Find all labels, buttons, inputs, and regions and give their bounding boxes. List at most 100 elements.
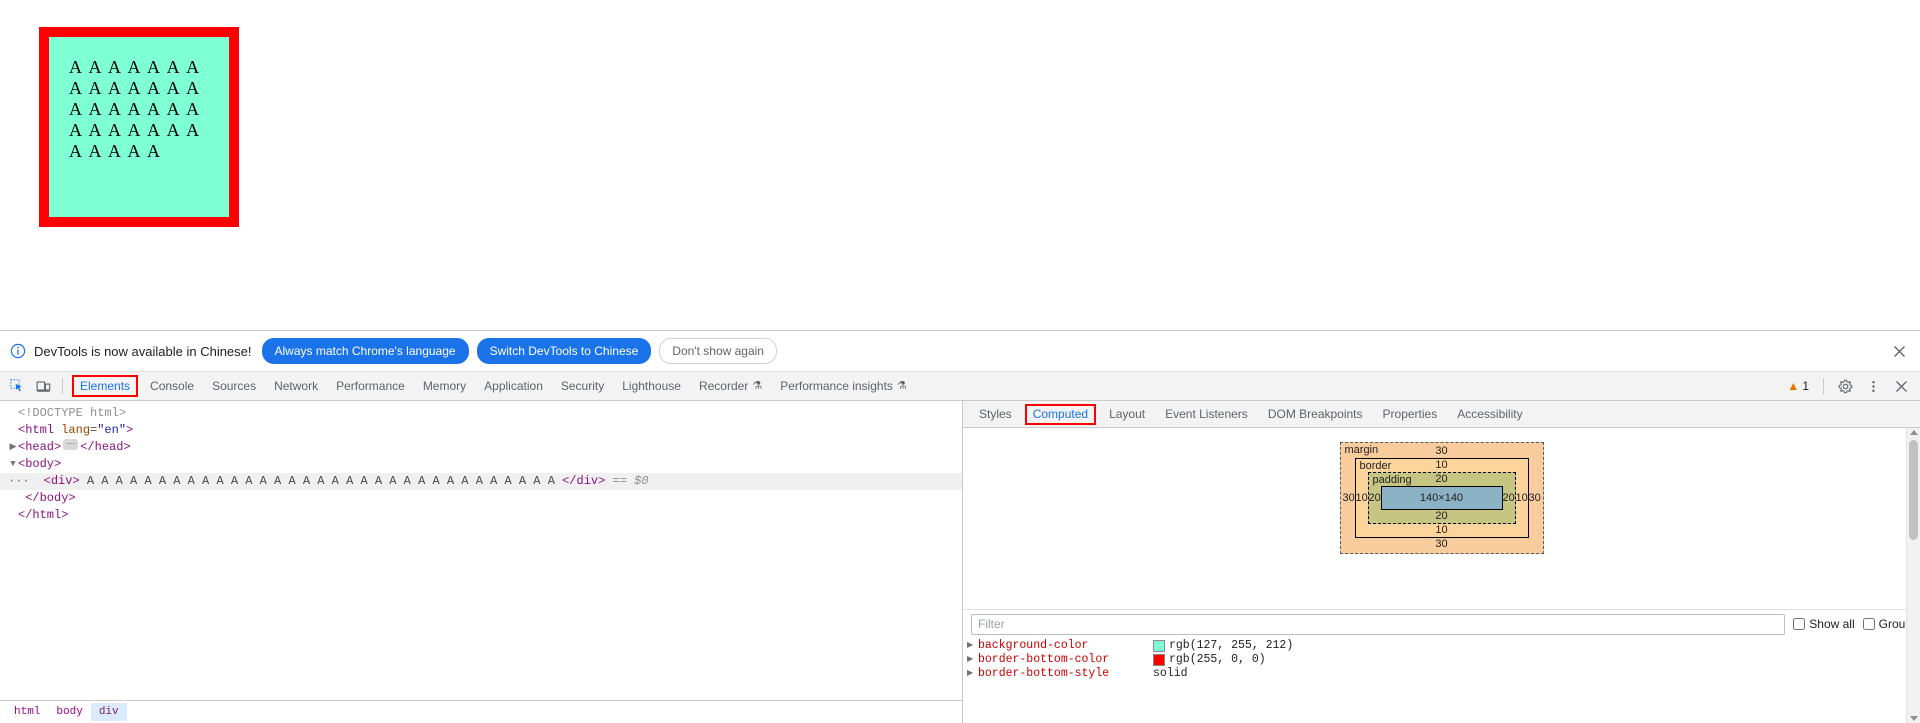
breadcrumb-item-body[interactable]: body [48, 703, 90, 721]
box-model-margin[interactable]: margin 30 30 border 10 [1340, 442, 1544, 554]
tab-sources[interactable]: Sources [203, 372, 265, 400]
tab-dom-breakpoints[interactable]: DOM Breakpoints [1258, 401, 1373, 427]
tag-name: head [25, 439, 54, 456]
tag-closing: </html> [18, 507, 68, 524]
tab-performance[interactable]: Performance [327, 372, 414, 400]
scrollbar-down-arrow-icon[interactable] [1910, 716, 1918, 721]
tab-styles[interactable]: Styles [969, 401, 1022, 427]
tab-layout[interactable]: Layout [1099, 401, 1155, 427]
breadcrumb-item-div[interactable]: div [91, 703, 127, 721]
box-model-padding-right[interactable]: 20 [1503, 492, 1515, 504]
toolbar-divider [1823, 378, 1824, 394]
tab-memory[interactable]: Memory [414, 372, 475, 400]
expand-triangle-icon[interactable]: ▶ [967, 653, 978, 667]
dont-show-again-button[interactable]: Don't show again [659, 338, 777, 364]
tab-console[interactable]: Console [141, 372, 203, 400]
dom-line[interactable]: <html lang="en"> [0, 422, 962, 439]
group-checkbox-input[interactable] [1863, 618, 1875, 630]
dom-line[interactable]: <!DOCTYPE html> [0, 405, 962, 422]
tab-event-listeners[interactable]: Event Listeners [1155, 401, 1258, 427]
box-model-border-label: border [1360, 460, 1392, 472]
tab-layout-label: Layout [1109, 407, 1145, 421]
box-model-padding[interactable]: padding 20 20 140×140 20 [1368, 472, 1516, 524]
twisty-collapsed-icon[interactable]: ▶ [8, 439, 18, 456]
property-row[interactable]: ▶ border-bottom-style solid [963, 667, 1920, 681]
box-model-padding-label: padding [1373, 474, 1412, 486]
box-model-content-size[interactable]: 140×140 [1381, 486, 1503, 510]
tab-memory-label: Memory [423, 372, 466, 400]
box-model-border-right[interactable]: 10 [1516, 492, 1528, 504]
indent [18, 490, 25, 507]
tab-lighthouse[interactable]: Lighthouse [613, 372, 690, 400]
tag-open: < [18, 439, 25, 456]
styles-sidebar-pane: Styles Computed Layout Event Listeners D… [963, 401, 1920, 723]
box-model-padding-left[interactable]: 20 [1369, 492, 1381, 504]
switch-devtools-to-chinese-button[interactable]: Switch DevTools to Chinese [477, 338, 652, 364]
twisty-expanded-icon[interactable]: ▼ [8, 456, 18, 473]
tab-computed[interactable]: Computed [1025, 404, 1096, 425]
selected-node-ref: == $0 [613, 473, 649, 490]
tab-properties-label: Properties [1383, 407, 1438, 421]
dom-line[interactable]: ▶ <head>⋯</head> [0, 439, 962, 456]
tab-properties[interactable]: Properties [1373, 401, 1448, 427]
show-all-checkbox-input[interactable] [1793, 618, 1805, 630]
tab-accessibility[interactable]: Accessibility [1447, 401, 1532, 427]
infobar-message: DevTools is now available in Chinese! [34, 344, 252, 359]
box-model-border[interactable]: border 10 10 padding 20 [1355, 458, 1529, 538]
dom-line[interactable]: </body> [0, 490, 962, 507]
warning-count-chip[interactable]: ▲ 1 [1781, 379, 1815, 393]
box-model-border-bottom[interactable]: 10 [1356, 524, 1528, 537]
property-value-wrap: solid [1153, 667, 1188, 681]
tag-name: body [25, 456, 54, 473]
box-model-margin-right[interactable]: 30 [1529, 492, 1541, 504]
dom-line[interactable]: </html> [0, 507, 962, 524]
space [605, 473, 612, 490]
beaker-icon: ⚗ [752, 372, 762, 400]
node-menu-dots-icon[interactable]: ··· [8, 473, 22, 490]
tab-performance-insights[interactable]: Performance insights ⚗ [771, 372, 916, 400]
more-vertical-icon[interactable] [1860, 374, 1886, 398]
box-model-padding-row: 20 140×140 20 [1369, 486, 1515, 510]
box-model-margin-left[interactable]: 30 [1343, 492, 1355, 504]
indent [22, 473, 44, 490]
dom-line-selected[interactable]: ··· <div> A A A A A A A A A A A A A A A … [0, 473, 962, 490]
tag-close-bracket: > [54, 439, 61, 456]
collapsed-children-icon[interactable]: ⋯ [63, 439, 78, 450]
box-model-diagram[interactable]: margin 30 30 border 10 [1340, 442, 1544, 554]
tag-close-bracket: > [54, 456, 61, 473]
device-toolbar-icon[interactable] [30, 374, 56, 398]
scrollbar-up-arrow-icon[interactable] [1910, 430, 1918, 435]
expand-triangle-icon[interactable]: ▶ [967, 639, 978, 653]
inspect-element-icon[interactable] [4, 374, 30, 398]
box-model-margin-bottom[interactable]: 30 [1343, 538, 1541, 551]
devtools-close-icon[interactable] [1888, 374, 1914, 398]
filter-input[interactable] [971, 614, 1785, 635]
scrollbar-thumb[interactable] [1909, 440, 1918, 540]
property-row[interactable]: ▶ background-color rgb(127, 255, 212) [963, 639, 1920, 653]
tab-security[interactable]: Security [552, 372, 613, 400]
tab-application[interactable]: Application [475, 372, 552, 400]
always-match-language-button[interactable]: Always match Chrome's language [262, 338, 469, 364]
expand-triangle-icon[interactable]: ▶ [967, 667, 978, 681]
tab-recorder[interactable]: Recorder ⚗ [690, 372, 771, 400]
computed-spacer [963, 566, 1920, 609]
property-row[interactable]: ▶ border-bottom-color rgb(255, 0, 0) [963, 653, 1920, 667]
box-model-padding-bottom[interactable]: 20 [1369, 510, 1515, 523]
group-checkbox[interactable]: Group [1863, 617, 1912, 631]
gear-icon[interactable] [1832, 374, 1858, 398]
tab-network[interactable]: Network [265, 372, 327, 400]
infobar-close-icon[interactable] [1888, 340, 1910, 362]
dom-line[interactable]: ▼ <body> [0, 456, 962, 473]
tag-closing: </body> [25, 490, 75, 507]
space [54, 422, 61, 439]
color-swatch[interactable] [1153, 654, 1165, 666]
sidebar-scrollbar[interactable] [1906, 428, 1920, 723]
box-model-border-left[interactable]: 10 [1356, 492, 1368, 504]
breadcrumb-item-html[interactable]: html [6, 703, 48, 721]
sidebar-tabs: Styles Computed Layout Event Listeners D… [963, 401, 1920, 428]
tab-elements[interactable]: Elements [72, 375, 138, 397]
toolbar-divider [62, 378, 63, 394]
show-all-checkbox[interactable]: Show all [1793, 617, 1854, 631]
dom-tree[interactable]: <!DOCTYPE html> <html lang="en"> ▶ <head… [0, 401, 962, 700]
color-swatch[interactable] [1153, 640, 1165, 652]
